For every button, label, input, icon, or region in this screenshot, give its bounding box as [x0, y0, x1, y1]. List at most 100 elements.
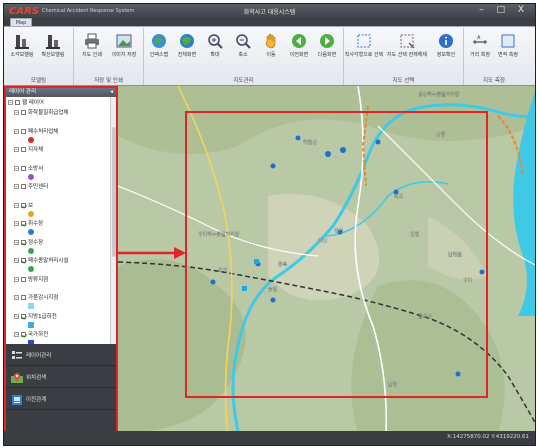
layer-tree-item[interactable]: − 주민센터 [14, 183, 48, 191]
layer-tree-item[interactable]: − 보 [14, 202, 33, 210]
layer-tree-item[interactable]: − 화학물질취급업체 [14, 109, 68, 117]
measure-distance-button[interactable]: A 거리 측정 [466, 30, 494, 68]
layer-symbol-icon [28, 136, 34, 143]
expand-toggle-icon[interactable]: − [14, 276, 19, 282]
layer-tree-item[interactable]: − 정수장 [14, 239, 43, 247]
expand-toggle-icon[interactable]: − [14, 184, 19, 189]
layer-tree-scrollbar[interactable] [110, 97, 116, 344]
nav-label: 이전관계 [26, 397, 47, 403]
layer-tree-item[interactable]: − 취수장 [14, 220, 43, 228]
expand-toggle-icon[interactable]: − [8, 100, 13, 105]
expand-toggle-icon[interactable]: − [14, 221, 19, 226]
burn-modeling-button[interactable]: 소각모델링 [8, 30, 36, 68]
expand-toggle-icon[interactable]: − [14, 313, 19, 319]
save-image-button[interactable]: 이미지 저장 [110, 30, 138, 68]
layer-tree-item[interactable]: − 방류지점 [14, 276, 48, 284]
expand-toggle-icon[interactable]: − [14, 110, 19, 115]
layer-symbol-icon [28, 173, 34, 180]
nav-history[interactable]: 이전관계 [6, 390, 116, 410]
layer-checkbox[interactable] [21, 128, 26, 134]
map-canvas[interactable]: 성산하수종말처리장 해평산 구미하수종말처리장 선산 대신 화조 산동 진평 송… [118, 86, 536, 433]
layer-symbol-icon [28, 303, 34, 309]
map-label: 선산 [334, 227, 344, 234]
layer-checkbox[interactable] [21, 239, 26, 245]
zoom-out-button[interactable]: 축소 [229, 30, 257, 68]
nav-location-search[interactable]: 위치검색 [6, 368, 116, 388]
expand-toggle-icon[interactable]: − [14, 258, 19, 263]
zoom-out-icon [234, 32, 252, 50]
layer-tree-item[interactable]: − 가뭄감시지점 [14, 294, 58, 302]
layer-tree-item[interactable]: − 웹 레이어 [8, 99, 44, 107]
zoom-in-button[interactable]: 확대 [201, 30, 229, 68]
layer-checkbox[interactable] [21, 147, 26, 152]
clear-selection-button[interactable]: 지도 선택 전체해제 [386, 30, 428, 68]
layer-label: 가뭄감시지점 [28, 295, 59, 301]
group-map-control: 인덱스맵 전체화면 확대 축소 이동 이전화면 다음화면 지도관리 [144, 28, 344, 85]
layer-checkbox[interactable] [21, 276, 26, 282]
layer-checkbox[interactable] [21, 202, 26, 208]
button-label: 확대 [210, 52, 220, 58]
layer-label: 정수장 [28, 239, 44, 246]
map-label: 금오산 [418, 313, 432, 320]
layer-tree-item[interactable]: − 국가하천 [14, 331, 48, 339]
title-bar: CARS Chemical Accident Response System 화… [4, 4, 535, 18]
layer-checkbox[interactable] [21, 165, 26, 171]
scrollbar-thumb[interactable] [112, 127, 116, 257]
layer-checkbox[interactable] [21, 110, 26, 115]
layer-symbol-icon [28, 210, 34, 217]
layer-tree-item[interactable]: − 폐수처리업체 [14, 128, 58, 136]
button-label: 확산모델링 [41, 52, 65, 58]
layer-checkbox[interactable] [15, 100, 20, 105]
building-icon [13, 32, 31, 50]
previous-view-button[interactable]: 이전화면 [285, 30, 313, 68]
layer-checkbox[interactable] [21, 313, 26, 319]
info-button[interactable]: 정보확인 [430, 30, 462, 68]
layer-checkbox[interactable] [21, 258, 26, 263]
expand-toggle-icon[interactable]: − [14, 202, 19, 208]
measure-area-button[interactable]: 면적 측정 [494, 30, 522, 68]
zoom-in-icon [206, 32, 224, 50]
nav-label: 레이어관리 [26, 353, 52, 359]
index-map-button[interactable]: 인덱스맵 [145, 30, 173, 68]
area-icon [499, 32, 517, 50]
map-label: 해평산 [303, 139, 317, 146]
info-icon [437, 32, 455, 50]
map-label: 진평 [410, 231, 419, 238]
expand-toggle-icon[interactable]: − [14, 147, 19, 152]
layer-checkbox[interactable] [21, 332, 26, 337]
image-save-icon [115, 32, 133, 50]
expand-toggle-icon[interactable]: − [14, 165, 19, 171]
pan-button[interactable]: 이동 [257, 30, 285, 68]
rect-select-button[interactable]: 직사각형으로 선택 [344, 30, 384, 68]
print-map-button[interactable]: 지도 인쇄 [78, 30, 106, 68]
layer-symbol-icon [28, 247, 34, 254]
full-view-button[interactable]: 전체화면 [173, 30, 201, 68]
layer-checkbox[interactable] [21, 295, 26, 300]
map-label: 산동 [436, 131, 446, 138]
button-label: 면적 측정 [498, 52, 518, 58]
expand-toggle-icon[interactable]: − [14, 128, 19, 134]
layer-label: 보 [28, 202, 34, 209]
collapse-icon[interactable]: ◂ [110, 88, 113, 97]
group-measure: A 거리 측정 면적 측정 지도 측정 [464, 28, 524, 85]
layer-tree-item[interactable]: − 지방1급하천 [14, 313, 57, 321]
layer-checkbox[interactable] [21, 184, 26, 189]
nav-layer-manage[interactable]: 레이어관리 [6, 346, 116, 366]
layer-tree-item[interactable]: − 폐수종말처리시설 [14, 257, 68, 265]
layer-tree-item[interactable]: − 지자체 [14, 146, 43, 154]
layer-tree-item[interactable]: − 소방서 [14, 165, 43, 173]
status-bar: X:14275870.02 Y:4319220.61 [4, 431, 535, 445]
ribbon-toolbar: 소각모델링 확산모델링 모델링 지도 인쇄 이미지 저장 저장 및 인쇄 인덱스… [4, 26, 535, 86]
expand-toggle-icon[interactable]: − [14, 239, 19, 245]
coordinate-readout: X:14275870.02 Y:4319220.61 [447, 434, 529, 440]
layer-checkbox[interactable] [21, 221, 26, 226]
globe-icon [178, 32, 196, 50]
map-view[interactable]: 성산하수종말처리장 해평산 구미하수종말처리장 선산 대신 화조 산동 진평 송… [118, 86, 536, 433]
layer-symbol-icon [28, 321, 34, 328]
map-label: 구미 [463, 277, 472, 284]
next-view-button[interactable]: 다음화면 [313, 30, 341, 68]
expand-toggle-icon[interactable]: − [14, 295, 19, 300]
window-controls[interactable]: – □ X [479, 5, 529, 15]
expand-toggle-icon[interactable]: − [14, 332, 19, 337]
dispersion-modeling-button[interactable]: 확산모델링 [39, 30, 67, 68]
